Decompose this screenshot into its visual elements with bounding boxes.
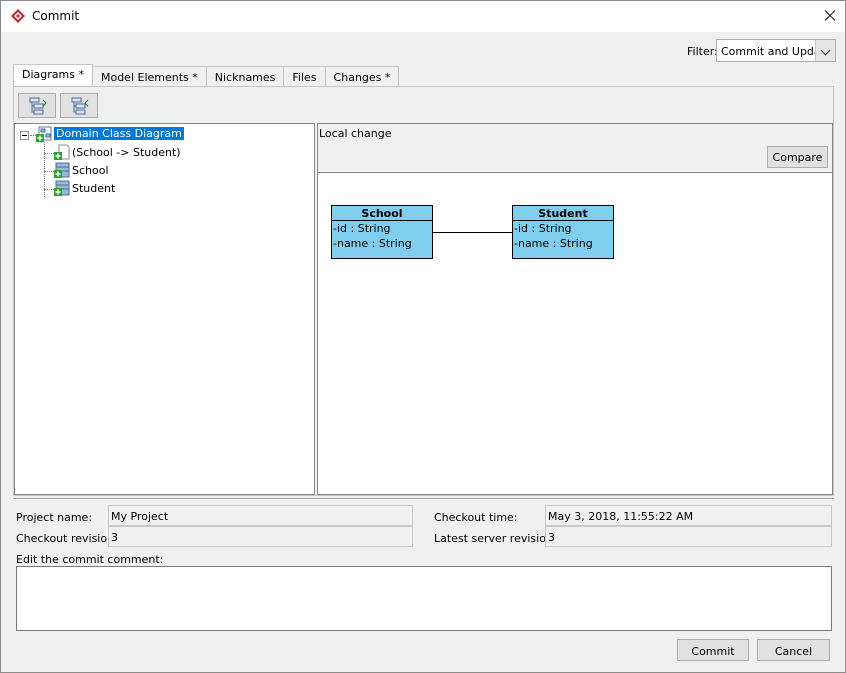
commit-button[interactable]: Commit — [677, 639, 749, 661]
project-name-label: Project name: — [16, 511, 93, 524]
expand-all-icon — [29, 97, 47, 115]
checkout-revision-field: 3 — [108, 526, 413, 547]
commit-dialog: Commit Filter: Commit and Update Diagram… — [0, 0, 846, 673]
local-change-panel: Local change Compare School -id : String… — [317, 123, 833, 495]
chevron-down-icon[interactable] — [815, 40, 835, 61]
expand-all-button[interactable] — [18, 93, 56, 118]
uml-attribute: -id : String — [333, 222, 391, 235]
visual-paradigm-logo-icon — [11, 9, 25, 23]
tab-bar: Diagrams * Model Elements * Nicknames Fi… — [13, 64, 400, 86]
tree-label: (School -> Student) — [72, 146, 181, 159]
collapse-all-button[interactable] — [60, 93, 98, 118]
diagram-preview: School -id : String -name : String Stude… — [318, 172, 832, 494]
compare-button[interactable]: Compare — [767, 146, 828, 168]
class-added-icon — [54, 180, 70, 196]
tab-diagrams[interactable]: Diagrams * — [13, 64, 93, 86]
uml-attribute: -name : String — [514, 237, 593, 250]
cancel-button[interactable]: Cancel — [757, 639, 830, 661]
tree-label: School — [72, 164, 109, 177]
diagram-tree[interactable]: Domain Class Diagram (School -> Student) — [14, 123, 315, 495]
checkout-time-label: Checkout time: — [434, 511, 518, 524]
tree-label: Domain Class Diagram — [54, 127, 184, 140]
collapse-all-icon — [71, 97, 89, 115]
filter-select[interactable]: Commit and Update — [716, 39, 836, 62]
diagrams-tab-panel: Domain Class Diagram (School -> Student) — [13, 86, 834, 496]
latest-server-revision-field: 3 — [545, 526, 832, 547]
tab-model-elements[interactable]: Model Elements * — [91, 66, 207, 86]
tab-changes[interactable]: Changes * — [324, 66, 400, 86]
uml-attribute: -name : String — [333, 237, 412, 250]
class-diagram-added-icon — [36, 126, 52, 142]
tree-label: Student — [72, 182, 116, 195]
close-button[interactable] — [815, 1, 845, 31]
commit-comment-input[interactable] — [16, 566, 832, 631]
uml-class-student: Student -id : String -name : String — [512, 205, 614, 259]
checkout-time-field: May 3, 2018, 11:55:22 AM — [545, 505, 832, 526]
collapse-toggle-icon[interactable] — [20, 131, 29, 140]
tab-nicknames[interactable]: Nicknames — [205, 66, 285, 86]
filter-label: Filter: — [687, 45, 718, 58]
checkout-revision-label: Checkout revision: — [16, 532, 118, 545]
latest-server-revision-label: Latest server revision: — [434, 532, 557, 545]
uml-class-name: Student — [513, 206, 613, 221]
uml-attribute: -id : String — [514, 222, 572, 235]
project-name-field: My Project — [108, 505, 413, 526]
class-added-icon — [54, 162, 70, 178]
uml-class-name: School — [332, 206, 432, 221]
title-bar: Commit — [1, 1, 845, 32]
association-added-icon — [54, 144, 70, 160]
separator — [13, 498, 834, 500]
window-title: Commit — [32, 9, 80, 23]
local-change-heading: Local change — [319, 127, 392, 140]
tab-files[interactable]: Files — [283, 66, 326, 86]
uml-class-school: School -id : String -name : String — [331, 205, 433, 259]
commit-comment-label: Edit the commit comment: — [16, 553, 164, 566]
association-line — [433, 232, 512, 233]
